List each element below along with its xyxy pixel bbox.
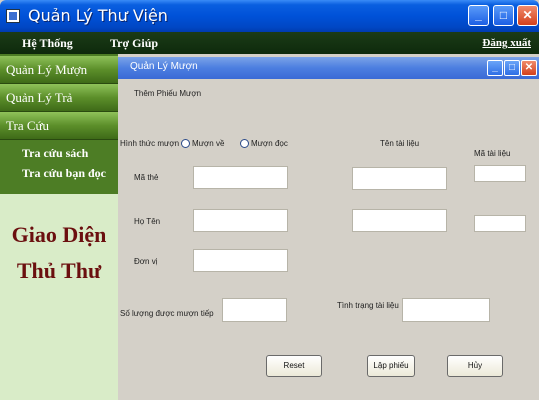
unit-input[interactable] <box>193 249 288 272</box>
doc-name-label: Tên tài liệu <box>380 139 420 148</box>
quantity-input[interactable] <box>222 298 287 322</box>
doc-status-label: Tình trạng tài liệu <box>337 301 399 310</box>
card-id-input[interactable] <box>193 166 288 189</box>
sidebar-sub-lookup-readers[interactable]: Tra cứu bạn đọc <box>22 166 106 181</box>
inner-close-button[interactable]: ✕ <box>521 60 537 76</box>
maximize-button[interactable]: □ <box>493 5 514 26</box>
borrow-form: Thêm Phiếu Mượn Hình thức mượn Mượn về M… <box>118 79 539 400</box>
sidebar-item-return[interactable]: Quản Lý Trả <box>0 84 118 112</box>
window-titlebar: Quản Lý Thư Viện _ □ ✕ <box>0 0 539 32</box>
cancel-button[interactable]: Hủy <box>447 355 503 377</box>
doc-id-input-2[interactable] <box>474 215 526 232</box>
sidebar-sub-lookup-books[interactable]: Tra cứu sách <box>22 146 88 161</box>
radio-take-home[interactable] <box>181 139 190 148</box>
borrow-window-title: Quản Lý Mượn <box>130 61 198 72</box>
window-title: Quản Lý Thư Viện <box>28 6 168 25</box>
reset-button[interactable]: Reset <box>266 355 322 377</box>
doc-id-label: Mã tài liệu <box>474 149 511 158</box>
librarian-heading-line1: Giao Diện <box>11 222 107 247</box>
librarian-heading-line2: Thủ Thư <box>16 258 102 283</box>
inner-maximize-button[interactable]: □ <box>504 60 520 76</box>
quantity-label: Số lượng được mượn tiếp <box>120 309 214 318</box>
minimize-button[interactable]: _ <box>468 5 489 26</box>
sidebar: Quản Lý Mượn Quản Lý Trả Tra Cứu Tra cứu… <box>0 54 118 400</box>
full-name-input[interactable] <box>193 209 288 232</box>
logout-link[interactable]: Đăng xuất <box>482 37 531 49</box>
doc-name-input-1[interactable] <box>352 167 447 190</box>
doc-name-input-2[interactable] <box>352 209 447 232</box>
menu-system[interactable]: Hệ Thống <box>22 36 73 51</box>
section-title: Thêm Phiếu Mượn <box>134 89 202 98</box>
menu-bar: Hệ Thống Trợ Giúp Đăng xuất <box>0 32 539 54</box>
doc-id-input-1[interactable] <box>474 165 526 182</box>
borrow-type-label: Hình thức mượn <box>120 139 180 148</box>
librarian-panel: Giao Diện Thủ Thư <box>0 194 118 400</box>
card-id-label: Mã thẻ <box>134 173 159 182</box>
radio-read-in-label: Mượn đọc <box>251 139 288 148</box>
menu-help[interactable]: Trợ Giúp <box>110 36 158 51</box>
sidebar-item-lookup[interactable]: Tra Cứu <box>0 112 118 140</box>
borrow-window-titlebar: Quản Lý Mượn _ □ ✕ <box>118 57 539 79</box>
full-name-label: Họ Tên <box>134 217 161 226</box>
close-button[interactable]: ✕ <box>517 5 538 26</box>
create-slip-button[interactable]: Lập phiếu <box>367 355 415 377</box>
radio-read-in[interactable] <box>240 139 249 148</box>
borrow-window: Quản Lý Mượn _ □ ✕ Thêm Phiếu Mượn Hình … <box>118 57 539 400</box>
inner-minimize-button[interactable]: _ <box>487 60 503 76</box>
app-icon <box>6 9 20 23</box>
sidebar-item-borrow[interactable]: Quản Lý Mượn <box>0 56 118 84</box>
doc-status-input[interactable] <box>402 298 490 322</box>
unit-label: Đơn vị <box>134 257 158 266</box>
radio-take-home-label: Mượn về <box>192 139 225 148</box>
